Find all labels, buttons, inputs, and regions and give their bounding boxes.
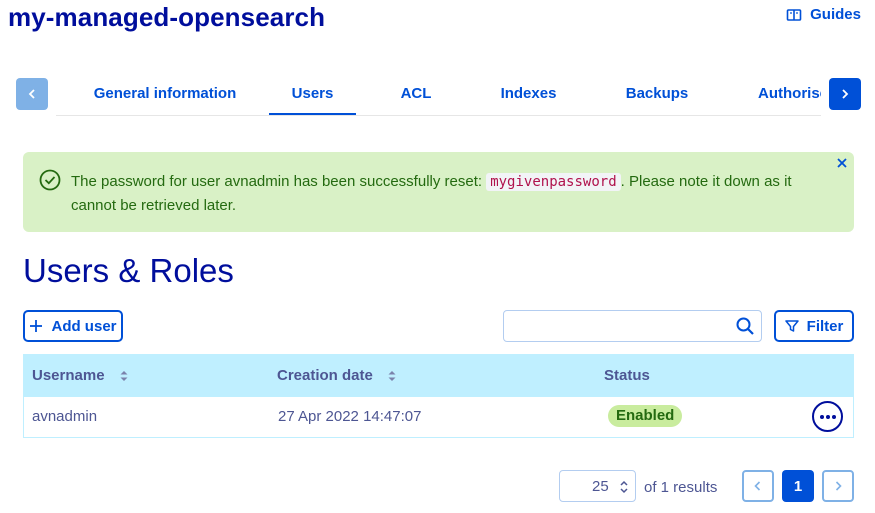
tab-general-information[interactable]: General information (80, 78, 250, 115)
column-creation-date[interactable]: Creation date (277, 367, 397, 384)
guides-link[interactable]: Guides (786, 6, 861, 23)
cell-username: avnadmin (32, 408, 98, 425)
check-circle-icon (39, 169, 61, 191)
search-field (503, 310, 762, 342)
add-user-label: Add user (51, 317, 117, 335)
sort-icon (120, 370, 128, 381)
tab-authorise[interactable]: Authorise (758, 78, 821, 115)
column-status: Status (604, 367, 650, 384)
tab-acl[interactable]: ACL (386, 78, 446, 115)
filter-label: Filter (806, 317, 844, 335)
chevron-left-icon (754, 481, 761, 491)
book-icon (786, 8, 802, 21)
tab-bar: General information Users ACL Indexes Ba… (16, 78, 861, 116)
alert-text-before: The password for user avnadmin has been … (71, 173, 487, 190)
status-badge: Enabled (608, 405, 683, 427)
table-header: Username Creation date Status (23, 354, 854, 397)
tabs-next-button[interactable] (829, 78, 861, 110)
plus-icon (30, 320, 43, 332)
select-arrows-icon (620, 480, 628, 494)
column-username-label: Username (32, 367, 105, 384)
results-count: of 1 results (644, 479, 718, 496)
previous-page-button[interactable] (742, 470, 774, 502)
search-icon[interactable] (735, 316, 755, 336)
add-user-button[interactable]: Add user (23, 310, 123, 342)
search-input[interactable] (504, 311, 724, 341)
tabs-list: General information Users ACL Indexes Ba… (56, 78, 821, 116)
filter-button[interactable]: Filter (774, 310, 854, 342)
guides-label: Guides (810, 6, 861, 23)
page-title: my-managed-opensearch (8, 2, 326, 32)
more-horizontal-icon (819, 414, 836, 419)
tab-backups[interactable]: Backups (612, 78, 702, 115)
chevron-left-icon (28, 89, 35, 99)
users-table: Username Creation date Status avnadmin 2… (23, 354, 854, 438)
section-title: Users & Roles (23, 252, 234, 289)
success-alert: The password for user avnadmin has been … (23, 152, 854, 232)
cell-creation-date: 27 Apr 2022 14:47:07 (278, 408, 422, 425)
chevron-right-icon (835, 481, 842, 491)
next-page-button[interactable] (822, 470, 854, 502)
tab-indexes[interactable]: Indexes (486, 78, 571, 115)
column-username[interactable]: Username (32, 367, 129, 384)
page-size-value: 25 (592, 478, 609, 495)
tab-users[interactable]: Users (269, 78, 356, 115)
close-icon[interactable] (836, 157, 848, 169)
password-code: mygivenpassword (486, 173, 621, 191)
filter-icon (784, 320, 799, 332)
alert-message: The password for user avnadmin has been … (71, 170, 811, 218)
sort-icon (388, 370, 396, 381)
table-row: avnadmin 27 Apr 2022 14:47:07 Enabled (23, 397, 854, 438)
page-size-select[interactable]: 25 (559, 470, 636, 502)
column-creation-date-label: Creation date (277, 367, 373, 384)
chevron-right-icon (842, 89, 849, 99)
column-status-label: Status (604, 367, 650, 384)
row-actions-button[interactable] (812, 401, 843, 432)
current-page-button[interactable]: 1 (782, 470, 814, 502)
tabs-prev-button[interactable] (16, 78, 48, 110)
